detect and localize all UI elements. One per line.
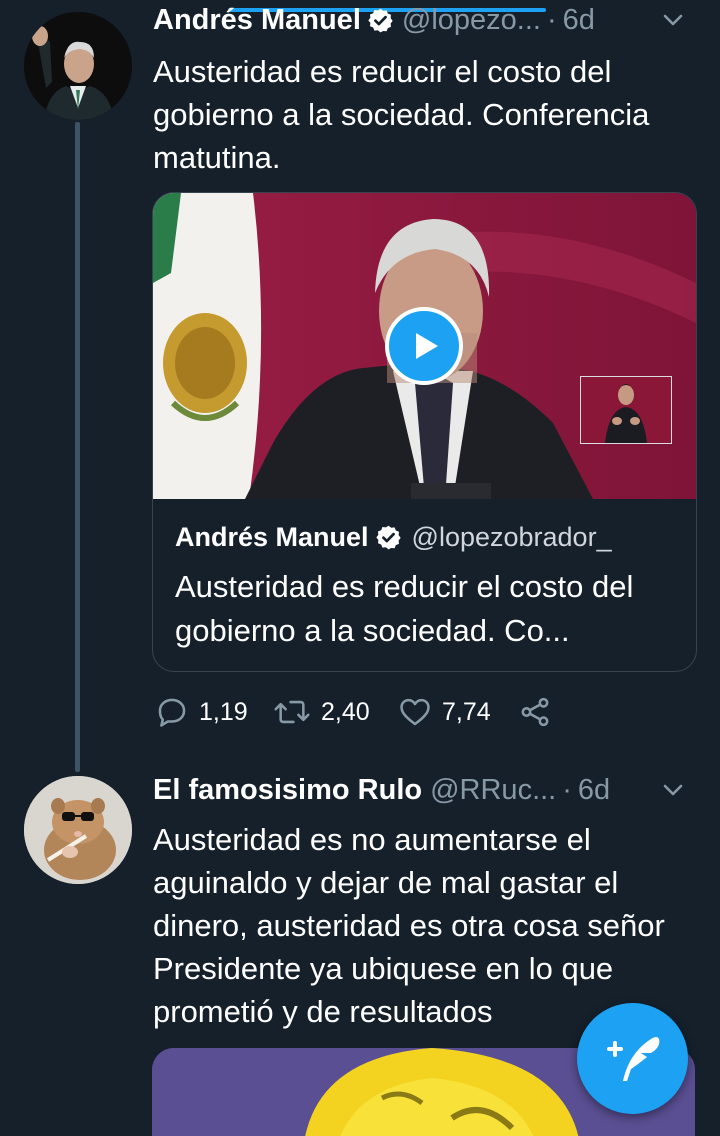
reply-count: 1,19 <box>199 697 248 726</box>
tweet-header: Andrés Manuel @lopezo... · 6d <box>153 0 693 40</box>
avatar-andres-manuel[interactable] <box>24 12 132 120</box>
separator-dot: · <box>562 773 572 806</box>
play-button[interactable] <box>385 307 463 385</box>
verified-badge-icon <box>375 525 401 549</box>
verified-badge-icon <box>368 8 393 32</box>
quoted-tweet-text: Austeridad es reducir el costo del gobie… <box>175 569 634 648</box>
sign-language-interpreter-inset <box>580 376 672 444</box>
like-button[interactable]: 7,74 <box>398 692 494 732</box>
tweet-time[interactable]: 6d <box>563 4 595 37</box>
tweet-text: Austeridad es reducir el costo del gobie… <box>153 54 650 175</box>
separator-dot: · <box>546 3 557 36</box>
quoted-video-card[interactable]: Andrés Manuel @lopezobrador_ Austeridad … <box>152 192 697 672</box>
share-icon <box>521 697 549 727</box>
reply-button[interactable]: 1,19 <box>155 692 251 732</box>
thread-connector-line <box>75 122 80 772</box>
compose-tweet-icon <box>607 1037 660 1081</box>
retweet-icon <box>274 700 310 724</box>
retweet-count: 2,40 <box>321 697 370 726</box>
user-handle[interactable]: @lopezo... <box>402 4 541 37</box>
chevron-down-icon[interactable] <box>653 0 693 40</box>
display-name[interactable]: El famosisimo Rulo <box>153 774 422 807</box>
play-icon <box>416 333 438 359</box>
heart-icon <box>400 698 430 726</box>
tweet-text: Austeridad es no aumentarse el aguinaldo… <box>153 822 665 1029</box>
chevron-down-icon[interactable] <box>653 770 693 810</box>
timeline-page: Andrés Manuel @lopezo... · 6d Austeridad… <box>0 0 720 1136</box>
share-button[interactable] <box>518 692 562 732</box>
video-thumbnail[interactable] <box>153 193 696 499</box>
display-name[interactable]: Andrés Manuel <box>153 4 361 37</box>
tweet-actions-bar: 1,19 2,40 7,74 <box>155 692 575 732</box>
tweet-header: El famosisimo Rulo @RRuc... · 6d <box>153 770 693 810</box>
compose-tweet-button[interactable] <box>577 1003 688 1114</box>
tweet-time[interactable]: 6d <box>578 774 610 807</box>
quoted-display-name: Andrés Manuel <box>175 521 369 552</box>
quoted-tweet-header: Andrés Manuel @lopezobrador_ <box>175 519 612 555</box>
user-handle[interactable]: @RRuc... <box>430 774 556 807</box>
reply-bubble-icon <box>158 698 186 727</box>
like-count: 7,74 <box>442 697 491 726</box>
avatar-el-famosisimo-rulo[interactable] <box>24 776 132 884</box>
quoted-handle: @lopezobrador_ <box>411 521 612 552</box>
retweet-button[interactable]: 2,40 <box>273 692 373 732</box>
